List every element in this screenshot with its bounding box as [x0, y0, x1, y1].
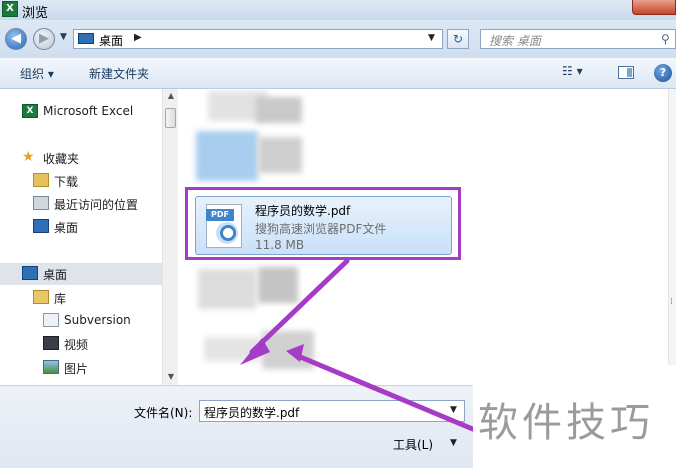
blurred-file-item — [256, 97, 302, 123]
sidebar-item-label: 桌面 — [43, 268, 68, 282]
organize-button[interactable]: 组织 ▾ — [20, 65, 54, 82]
document-icon — [43, 313, 59, 327]
blurred-file-item — [198, 269, 256, 309]
blurred-file-item — [262, 331, 314, 369]
back-arrow-icon: ◀ — [11, 31, 21, 46]
file-name: 程序员的数学.pdf — [255, 204, 351, 218]
back-button[interactable]: ◀ — [5, 28, 27, 50]
filename-field[interactable]: 程序员的数学.pdf ▼ — [199, 400, 465, 422]
search-input[interactable]: 搜索 桌面 ⚲ — [480, 29, 676, 49]
blurred-file-item — [258, 137, 302, 173]
sidebar-item-desktop[interactable]: 桌面 — [0, 263, 162, 285]
filename-value: 程序员的数学.pdf — [204, 406, 300, 420]
file-list-scrollbar[interactable] — [668, 89, 676, 385]
scrollbar-thumb[interactable] — [165, 108, 176, 128]
sidebar-item-libraries[interactable]: 库 — [0, 287, 162, 309]
desktop-icon — [78, 33, 94, 44]
sogou-browser-logo-icon — [216, 222, 238, 244]
address-bar[interactable]: 桌面 ▶ ▼ — [73, 29, 443, 49]
preview-pane-icon[interactable] — [618, 66, 634, 79]
change-view-button[interactable]: ☷ ▾ — [562, 64, 598, 82]
scroll-down-icon[interactable]: ▼ — [163, 372, 179, 381]
sidebar-item-label: 最近访问的位置 — [54, 198, 139, 212]
excel-icon: X — [22, 104, 38, 118]
blurred-file-item — [196, 131, 258, 181]
file-size: 11.8 MB — [255, 238, 305, 252]
blurred-file-item — [258, 267, 298, 303]
pdf-file-icon: PDF — [206, 204, 242, 248]
file-type: 搜狗高速浏览器PDF文件 — [255, 222, 387, 236]
sidebar-scrollbar[interactable]: ▲ ▼ — [162, 89, 178, 385]
sidebar-item-excel[interactable]: X Microsoft Excel — [0, 101, 162, 123]
library-icon — [33, 290, 49, 304]
blurred-file-item — [204, 337, 260, 361]
window-title: 浏览 — [22, 6, 49, 21]
scroll-up-icon[interactable]: ▲ — [163, 91, 179, 100]
sidebar-item-recent[interactable]: 最近访问的位置 — [0, 193, 162, 215]
history-dropdown-icon[interactable]: ▼ — [60, 32, 67, 42]
picture-icon — [43, 360, 59, 374]
sidebar-item-videos[interactable]: 视频 — [0, 333, 162, 355]
sidebar-item-pictures[interactable]: 图片 — [0, 357, 162, 379]
sidebar-item-label: 下载 — [54, 175, 79, 189]
watermark-text: 软件技巧 — [478, 400, 654, 446]
filename-label: 文件名(N): — [134, 406, 193, 420]
new-folder-button[interactable]: 新建文件夹 — [89, 65, 149, 82]
download-folder-icon — [33, 173, 49, 187]
navigation-bar: ◀ ▶ ▼ 桌面 ▶ ▼ ↻ 搜索 桌面 ⚲ — [0, 20, 676, 58]
sidebar-item-label: 收藏夹 — [43, 152, 80, 166]
search-icon[interactable]: ⚲ — [661, 32, 670, 46]
help-icon[interactable]: ? — [654, 64, 672, 82]
search-placeholder: 搜索 桌面 — [489, 34, 541, 48]
sidebar-item-label: Microsoft Excel — [43, 104, 134, 118]
video-icon — [43, 336, 59, 350]
forward-arrow-icon: ▶ — [39, 31, 49, 46]
chevron-right-icon[interactable]: ▶ — [134, 32, 142, 43]
sidebar-item-label: 图片 — [64, 362, 89, 376]
sidebar-item-label: 库 — [54, 292, 67, 306]
desktop-icon — [22, 266, 38, 280]
navigation-pane: X Microsoft Excel ★ 收藏夹 下载 最近访问的位置 桌面 桌面… — [0, 89, 178, 385]
file-list[interactable]: PDF 程序员的数学.pdf 搜狗高速浏览器PDF文件 11.8 MB — [178, 89, 676, 385]
sidebar-item-desktop-fav[interactable]: 桌面 — [0, 216, 162, 238]
sidebar-item-label: Subversion — [64, 313, 131, 327]
sidebar-item-favorites[interactable]: ★ 收藏夹 — [0, 147, 162, 169]
excel-app-icon: X — [2, 1, 18, 17]
title-bar: X 浏览 — [0, 0, 676, 21]
tools-button[interactable]: 工具(L) — [393, 436, 433, 453]
address-segment-desktop[interactable]: 桌面 — [99, 32, 123, 49]
resize-grip-icon[interactable]: ⁞ — [670, 297, 673, 307]
sidebar-item-label: 视频 — [64, 338, 89, 352]
forward-button[interactable]: ▶ — [33, 28, 55, 50]
file-item-selected[interactable]: PDF 程序员的数学.pdf 搜狗高速浏览器PDF文件 11.8 MB — [195, 196, 452, 255]
filename-dropdown-icon[interactable]: ▼ — [450, 405, 457, 415]
pdf-badge: PDF — [206, 209, 234, 221]
command-toolbar: 组织 ▾ 新建文件夹 ☷ ▾ ? — [0, 58, 676, 89]
refresh-button[interactable]: ↻ — [447, 29, 469, 49]
desktop-icon — [33, 219, 49, 233]
recent-places-icon — [33, 196, 49, 210]
sidebar-item-subversion[interactable]: Subversion — [0, 310, 162, 332]
sidebar-item-label: 桌面 — [54, 221, 79, 235]
star-icon: ★ — [22, 149, 35, 165]
address-dropdown-icon[interactable]: ▼ — [428, 33, 435, 43]
close-button[interactable] — [632, 0, 676, 15]
sidebar-item-downloads[interactable]: 下载 — [0, 170, 162, 192]
tools-dropdown-icon[interactable]: ▼ — [450, 438, 457, 448]
